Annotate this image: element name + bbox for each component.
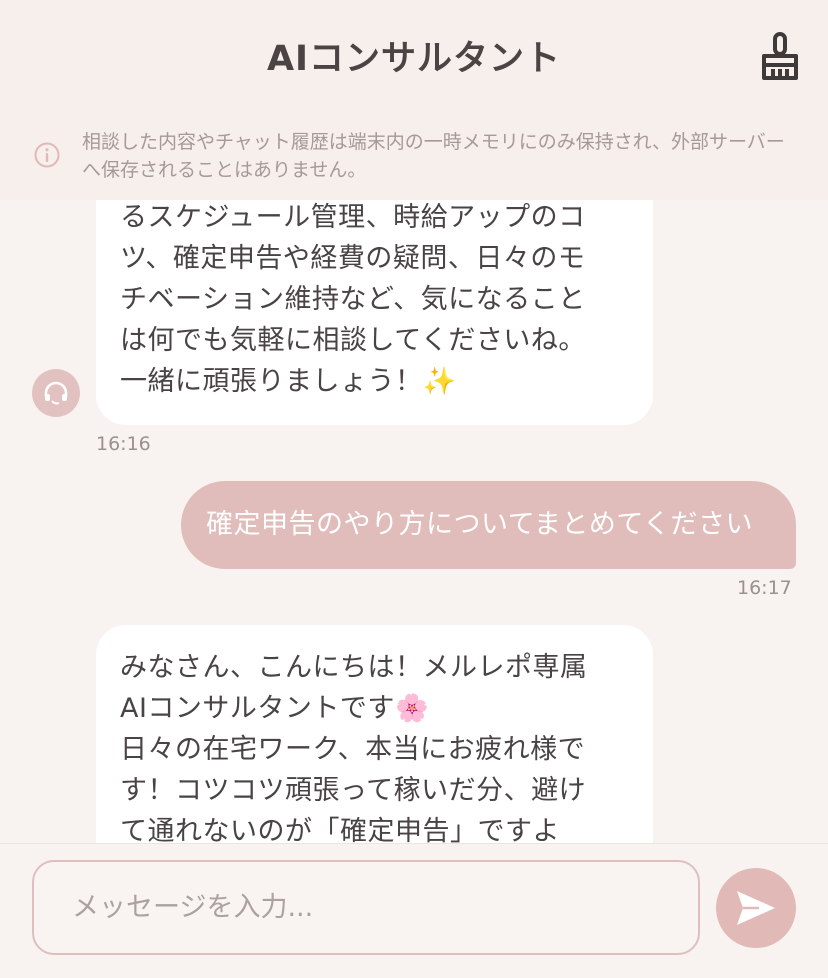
message-line: みなさん、こんにちは！メルレポ専属 [120, 652, 588, 683]
message-line: は何でも気軽に相談してくださいね。 [120, 325, 586, 356]
headset-icon [44, 381, 68, 405]
chat-thread[interactable]: るスケジュール管理、時給アップのコ ツ、確定申告や経費の疑問、日々のモ チベーシ… [0, 200, 828, 843]
message-timestamp: 16:16 [96, 433, 151, 455]
message-line: て通れないのが「確定申告」ですよ [120, 816, 560, 843]
broom-icon [762, 32, 798, 80]
message-line: 一緒に頑張りましょう！✨ [120, 361, 629, 402]
message-line: るスケジュール管理、時給アップのコ [120, 202, 586, 233]
message-timestamp: 16:17 [737, 577, 792, 599]
privacy-notice-text: 相談した内容やチャット履歴は端末内の一時メモリにのみ保持され、外部サーバーへ保存… [82, 131, 785, 181]
user-message: 確定申告のやり方についてまとめてください [181, 481, 796, 569]
assistant-message: みなさん、こんにちは！メルレポ専属 AIコンサルタントです🌸 日々の在宅ワーク、… [96, 625, 653, 843]
send-icon [737, 891, 775, 925]
assistant-avatar [32, 369, 80, 417]
sparkles-emoji: ✨ [422, 366, 457, 397]
info-icon [34, 142, 60, 168]
cherry-blossom-emoji: 🌸 [394, 693, 430, 724]
message-line-text: 一緒に頑張りましょう！ [120, 366, 423, 397]
message-line-text: AIコンサルタントです [120, 693, 395, 724]
message-line: 日々の在宅ワーク、本当にお疲れ様で [120, 734, 586, 765]
message-line: AIコンサルタントです🌸 [120, 688, 629, 729]
message-input[interactable]: メッセージを入力... [32, 860, 700, 955]
message-line: チベーション維持など、気になること [120, 284, 586, 315]
clear-chat-button[interactable] [756, 32, 804, 80]
message-line: ツ、確定申告や経費の疑問、日々のモ [120, 243, 586, 274]
message-line: す！コツコツ頑張って稼いだ分、避け [120, 775, 587, 806]
page-title: AIコンサルタント [266, 39, 562, 79]
send-button[interactable] [716, 868, 796, 948]
assistant-message: るスケジュール管理、時給アップのコ ツ、確定申告や経費の疑問、日々のモ チベーシ… [96, 200, 653, 425]
